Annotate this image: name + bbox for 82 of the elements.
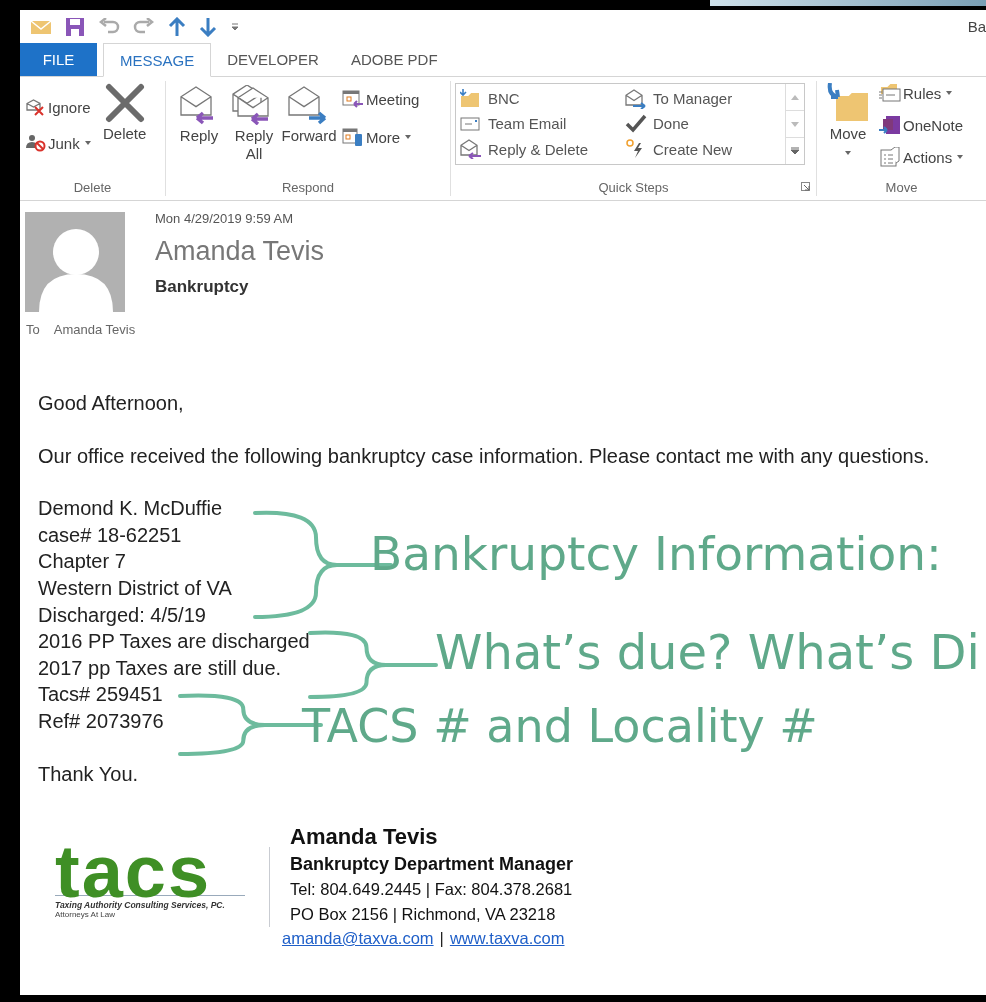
- signature-contact: Tel: 804.649.2445 | Fax: 804.378.2681: [290, 879, 574, 901]
- recipient-name: Amanda Tevis: [53, 322, 136, 337]
- logo-subtitle: Attorneys At Law: [55, 910, 117, 919]
- person-block-icon: [26, 134, 46, 152]
- annotation-text: What’s due? What’s Di: [435, 628, 980, 676]
- dialog-launcher-icon[interactable]: [801, 182, 810, 191]
- ribbon-button[interactable]: Rules: [877, 81, 966, 105]
- quick-step-item[interactable]: Done: [625, 111, 781, 137]
- group-label: Move: [885, 179, 918, 195]
- ribbon-button[interactable]: Meeting: [340, 87, 422, 111]
- body-text: Discharged: 4/5/19: [38, 602, 206, 628]
- up-arrow-icon[interactable]: [168, 16, 186, 37]
- caret-icon: [946, 91, 953, 95]
- folder-envelope-icon: [879, 83, 901, 103]
- to-label: To: [26, 322, 40, 337]
- caret-icon: [405, 135, 412, 139]
- ribbon-button[interactable]: Reply: [170, 85, 228, 145]
- calendar-phone-icon: [342, 127, 364, 147]
- email-link[interactable]: amanda@taxva.com: [282, 927, 434, 950]
- quick-step-item[interactable]: BNC: [460, 86, 625, 112]
- ribbon-button[interactable]: Forward: [280, 85, 338, 145]
- folder-arrow-icon: [460, 88, 482, 109]
- logo-tagline: Taxing Authority Consulting Services, PC.: [55, 900, 226, 910]
- document-list-icon: [879, 147, 901, 167]
- down-arrow-icon[interactable]: [199, 16, 217, 37]
- ribbon-button[interactable]: Actions: [877, 145, 966, 169]
- body-text: Demond K. McDuffie: [38, 496, 223, 522]
- link-separator: |: [439, 928, 444, 950]
- group-label: Respond: [281, 179, 334, 195]
- sender-name: Amanda Tevis: [155, 237, 325, 267]
- checkmark-icon: [625, 114, 647, 134]
- signature-name: Amanda Tevis: [290, 823, 439, 852]
- quick-step-item[interactable]: Create New: [625, 136, 781, 162]
- caret-down-icon: [791, 121, 799, 127]
- subject-line: Bankruptcy: [155, 276, 250, 297]
- body-text: Thank You.: [38, 761, 139, 787]
- ribbon-button[interactable]: OneNote: [877, 113, 966, 137]
- body-text: case# 18-62251: [38, 522, 182, 548]
- file-tab[interactable]: FILE: [20, 43, 97, 76]
- ribbon-button[interactable]: Move: [821, 83, 875, 155]
- redo-icon[interactable]: [133, 17, 155, 36]
- logo-wordmark: tacs: [55, 847, 245, 896]
- body-text: Good Afternoon,: [38, 391, 184, 416]
- save-icon[interactable]: [65, 16, 85, 37]
- window-title: Ba: [967, 18, 986, 35]
- notebook-icon: [879, 115, 901, 135]
- quick-step-item[interactable]: Team Email: [460, 111, 625, 137]
- envelope-arrow-icon: [625, 88, 647, 109]
- body-text: 2017 pp Taxes are still due.: [38, 655, 282, 681]
- ribbon-button[interactable]: More: [340, 125, 422, 149]
- sent-date: Mon 4/29/2019 9:59 AM: [155, 212, 295, 225]
- ribbon-button[interactable]: Ignore: [24, 95, 93, 119]
- body-text: Tacs# 259451: [38, 682, 163, 708]
- caret-icon: [957, 155, 964, 159]
- body-text: Chapter 7: [38, 549, 126, 575]
- signature-contact: PO Box 2156 | Richmond, VA 23218: [290, 904, 557, 926]
- body-text: Western District of VA: [38, 575, 232, 601]
- customize-icon[interactable]: [230, 20, 240, 33]
- body-text: Ref# 2073976: [38, 708, 164, 734]
- website-link[interactable]: www.taxva.com: [449, 927, 565, 950]
- caret-icon: [84, 141, 91, 145]
- group-label: Delete: [73, 179, 112, 195]
- group-label: Quick Steps: [598, 179, 669, 195]
- undo-icon[interactable]: [98, 17, 120, 36]
- avatar-icon: [25, 212, 125, 312]
- envelope-x-icon: [26, 98, 46, 116]
- body-text: 2016 PP Taxes are discharged: [38, 629, 310, 655]
- signature-title: Bankruptcy Department Manager: [290, 853, 574, 877]
- ribbon-button[interactable]: Reply All: [230, 85, 278, 163]
- caret-icon: [845, 151, 851, 155]
- envelope-icon: [460, 114, 482, 134]
- envelope-arrow-icon: [460, 139, 482, 160]
- quick-step-item[interactable]: To Manager: [625, 86, 781, 112]
- ribbon-button[interactable]: Junk: [24, 131, 93, 155]
- expand-icon: [790, 147, 800, 155]
- folder-arrow-icon: [826, 83, 870, 123]
- ribbon-tab[interactable]: MESSAGE: [103, 43, 212, 77]
- quick-step-item[interactable]: Reply & Delete: [460, 136, 625, 162]
- ribbon-button[interactable]: Delete: [98, 83, 151, 143]
- body-text: Our office received the following bankruptcy case information. Please contact me with any questions.: [38, 443, 930, 469]
- caret-up-icon: [791, 94, 799, 100]
- calendar-icon: [342, 89, 364, 109]
